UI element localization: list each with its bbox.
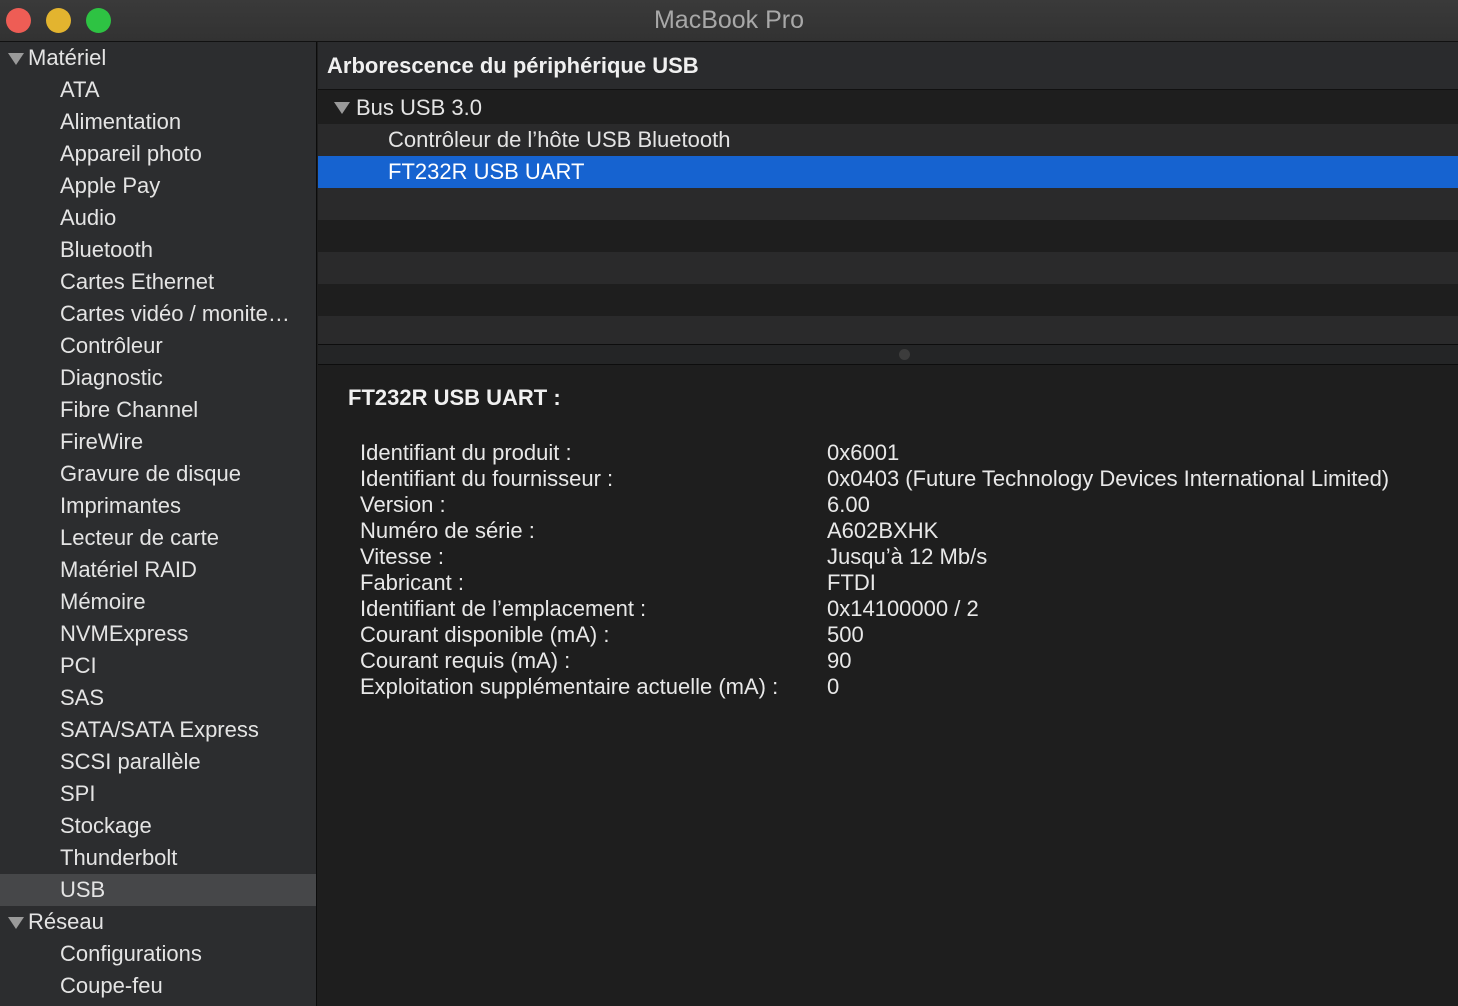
- property-key: Identifiant du fournisseur :: [360, 466, 614, 491]
- sidebar-item-gravure-de-disque[interactable]: Gravure de disque: [0, 458, 316, 490]
- sidebar-item-nvmexpress[interactable]: NVMExpress: [0, 618, 316, 650]
- tree-row-empty: [318, 188, 1458, 220]
- tree-column-header[interactable]: Arborescence du périphérique USB: [318, 42, 1458, 90]
- property-value: 500: [827, 622, 864, 647]
- property-value: 0: [827, 674, 840, 699]
- sidebar-item-spi[interactable]: SPI: [0, 778, 316, 810]
- disclosure-triangle-icon[interactable]: [8, 917, 24, 929]
- sidebar-item-apple-pay[interactable]: Apple Pay: [0, 170, 316, 202]
- sidebar-item-coupe-feu[interactable]: Coupe-feu: [0, 970, 316, 1002]
- detail-title: FT232R USB UART :: [348, 385, 561, 410]
- sidebar-item-lecteur-de-carte[interactable]: Lecteur de carte: [0, 522, 316, 554]
- property-key: Version :: [360, 492, 446, 517]
- system-information-window: MacBook Pro Matériel ATA Alimentation Ap…: [0, 0, 1458, 1006]
- sidebar-item-bluetooth[interactable]: Bluetooth: [0, 234, 316, 266]
- tree-row-empty: [318, 220, 1458, 252]
- property-value: 90: [827, 648, 852, 673]
- tree-row-label: Contrôleur de l’hôte USB Bluetooth: [388, 127, 731, 152]
- property-key: Numéro de série :: [360, 518, 535, 543]
- sidebar-item-thunderbolt[interactable]: Thunderbolt: [0, 842, 316, 874]
- property-value: 0x6001: [827, 440, 900, 465]
- sidebar: Matériel ATA Alimentation Appareil photo…: [0, 42, 317, 1006]
- tree-row-bus-usb[interactable]: Bus USB 3.0: [318, 92, 1458, 124]
- content-pane: Arborescence du périphérique USB Bus USB…: [318, 42, 1458, 1006]
- disclosure-triangle-icon[interactable]: [334, 102, 350, 114]
- sidebar-item-diagnostic[interactable]: Diagnostic: [0, 362, 316, 394]
- divider-handle-icon[interactable]: [899, 349, 910, 360]
- sidebar-item-scsi-parallele[interactable]: SCSI parallèle: [0, 746, 316, 778]
- property-key: Identifiant du produit :: [360, 440, 572, 465]
- sidebar-item-audio[interactable]: Audio: [0, 202, 316, 234]
- property-value: 0x0403 (Future Technology Devices Intern…: [827, 466, 1390, 491]
- property-key: Vitesse :: [360, 544, 444, 569]
- property-value: FTDI: [827, 570, 876, 595]
- sidebar-group-label: Matériel: [28, 45, 107, 70]
- tree-header-label: Arborescence du périphérique USB: [327, 53, 699, 78]
- sidebar-group-materiel[interactable]: Matériel: [0, 42, 316, 74]
- property-value: A602BXHK: [827, 518, 939, 543]
- sidebar-item-stockage[interactable]: Stockage: [0, 810, 316, 842]
- property-key: Identifiant de l’emplacement :: [360, 596, 647, 621]
- property-value: 0x14100000 / 2: [827, 596, 979, 621]
- sidebar-item-fibre-channel[interactable]: Fibre Channel: [0, 394, 316, 426]
- device-detail-panel: FT232R USB UART : Identifiant du produit…: [318, 365, 1458, 1006]
- sidebar-item-configurations[interactable]: Configurations: [0, 938, 316, 970]
- sidebar-group-label: Réseau: [28, 909, 104, 934]
- tree-row-ft232r[interactable]: FT232R USB UART: [318, 156, 1458, 188]
- tree-row-bluetooth-controller[interactable]: Contrôleur de l’hôte USB Bluetooth: [318, 124, 1458, 156]
- property-key: Fabricant :: [360, 570, 464, 595]
- property-value: Jusqu’à 12 Mb/s: [827, 544, 988, 569]
- sidebar-item-memoire[interactable]: Mémoire: [0, 586, 316, 618]
- disclosure-triangle-icon[interactable]: [8, 53, 24, 65]
- sidebar-item-appareil-photo[interactable]: Appareil photo: [0, 138, 316, 170]
- sidebar-item-firewire[interactable]: FireWire: [0, 426, 316, 458]
- sidebar-item-ata[interactable]: ATA: [0, 74, 316, 106]
- sidebar-item-materiel-raid[interactable]: Matériel RAID: [0, 554, 316, 586]
- title-bar: MacBook Pro: [0, 0, 1458, 42]
- sidebar-item-sas[interactable]: SAS: [0, 682, 316, 714]
- split-view-divider[interactable]: [318, 344, 1458, 365]
- sidebar-item-controleur[interactable]: Contrôleur: [0, 330, 316, 362]
- sidebar-item-alimentation[interactable]: Alimentation: [0, 106, 316, 138]
- property-value: 6.00: [827, 492, 870, 517]
- sidebar-item-pci[interactable]: PCI: [0, 650, 316, 682]
- sidebar-item-usb[interactable]: USB: [0, 874, 316, 906]
- sidebar-group-reseau[interactable]: Réseau: [0, 906, 316, 938]
- property-key: Exploitation supplémentaire actuelle (mA…: [360, 674, 779, 699]
- sidebar-item-sata[interactable]: SATA/SATA Express: [0, 714, 316, 746]
- tree-row-empty: [318, 284, 1458, 316]
- tree-row-label: FT232R USB UART: [388, 159, 585, 184]
- tree-row-empty: [318, 252, 1458, 284]
- sidebar-item-cartes-ethernet[interactable]: Cartes Ethernet: [0, 266, 316, 298]
- sidebar-item-cartes-video[interactable]: Cartes vidéo / monite…: [0, 298, 316, 330]
- window-title: MacBook Pro: [653, 6, 805, 34]
- sidebar-item-imprimantes[interactable]: Imprimantes: [0, 490, 316, 522]
- property-key: Courant requis (mA) :: [360, 648, 571, 673]
- property-key: Courant disponible (mA) :: [360, 622, 610, 647]
- tree-row-label: Bus USB 3.0: [356, 95, 482, 120]
- usb-device-tree: Bus USB 3.0 Contrôleur de l’hôte USB Blu…: [318, 92, 1458, 348]
